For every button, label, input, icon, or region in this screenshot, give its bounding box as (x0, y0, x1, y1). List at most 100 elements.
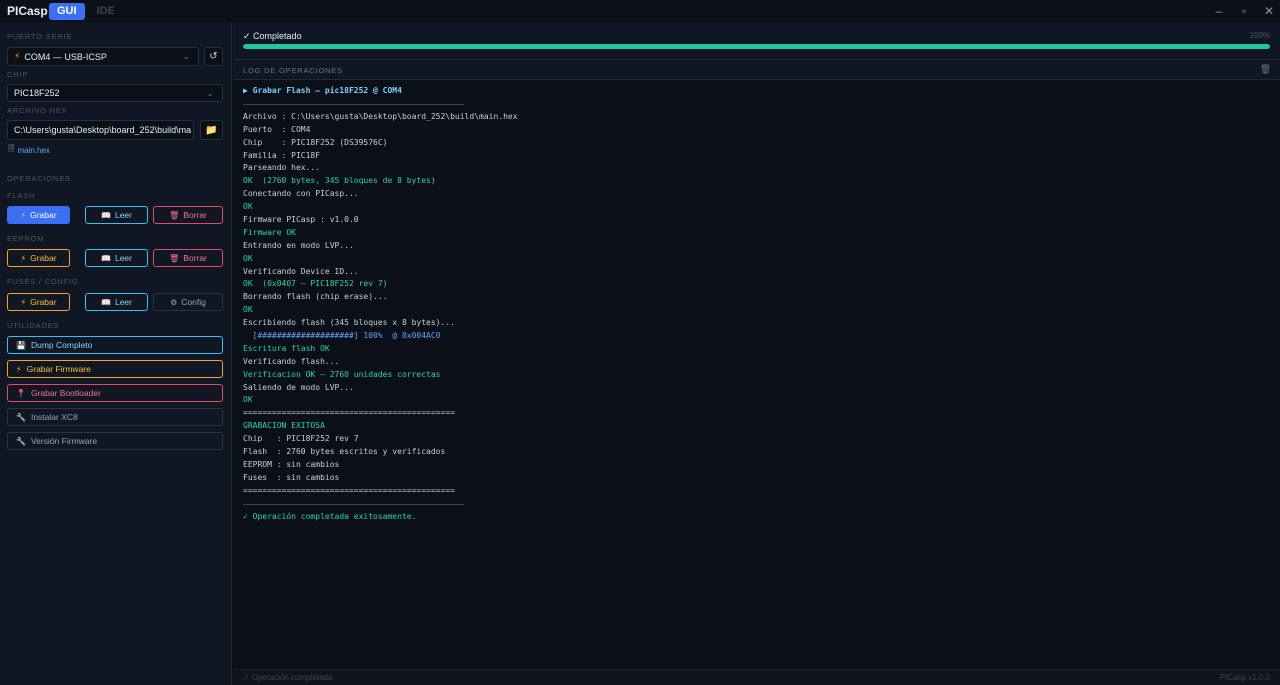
log-line: Archivo : C:\Users\gusta\Desktop\board_2… (243, 111, 518, 121)
log-line: Borrando flash (chip erase)... (243, 292, 388, 302)
log-output: ▶ Grabar Flash — pic18F252 @ COM4 Archiv… (243, 85, 1273, 524)
button-label: Grabar (30, 297, 57, 307)
folder-icon: 📁 (205, 124, 218, 136)
log-line: OK (0x0407 — PIC18F252 rev 7) (243, 279, 388, 289)
fuses-leer-button[interactable]: 📖 Leer (85, 293, 148, 311)
chevron-down-icon: ⌄ (206, 87, 214, 98)
log-line: Conectando con PICasp... (243, 189, 359, 199)
status-bar: ✓ Operación completada PICasp v1.0.0 (233, 669, 1280, 685)
pin-icon: 📍 (16, 388, 26, 398)
eeprom-label: EEPROM (7, 234, 45, 243)
log-line: Firmware PICasp : v1.0.0 (243, 215, 359, 225)
log-line: Verificando flash... (243, 356, 340, 366)
grabar-bootloader-button[interactable]: 📍 Grabar Bootloader (7, 384, 223, 402)
flash-grabar-button[interactable]: ⚡ Grabar (7, 206, 70, 224)
button-label: Grabar Bootloader (30, 388, 101, 398)
utilities-label: UTILIDADES (7, 321, 60, 330)
dump-completo-button[interactable]: 💾 Dump Completo (7, 336, 223, 354)
flash-leer-button[interactable]: 📖 Leer (85, 206, 148, 224)
log-line: OK (2760 bytes, 345 bloques de 8 bytes) (243, 176, 436, 186)
minimize-button[interactable]: – (1214, 4, 1224, 18)
log-line: [####################] 100% @ 0x004AC0 (243, 331, 441, 341)
trash-icon: 🗑 (169, 210, 180, 220)
serial-port-select[interactable]: ⚡ COM4 — USB-ICSP ⌄ (7, 47, 199, 66)
log-line: Escribiendo flash (345 bloques x 8 bytes… (243, 318, 455, 328)
floppy-icon: 💾 (16, 340, 26, 350)
log-separator (243, 103, 464, 105)
log-header: LOG DE OPERACIONES 🗑 (233, 60, 1280, 80)
version-text: PICasp v1.0.0 (1219, 673, 1270, 682)
refresh-button[interactable]: ↺ (204, 47, 223, 66)
status-text: ✓ Operación completada (243, 673, 333, 682)
button-label: Leer (114, 253, 132, 263)
fuses-config-button[interactable]: ⚙ Config (153, 293, 223, 311)
chip-value: PIC18F252 (14, 88, 60, 98)
browse-folder-button[interactable]: 📁 (200, 120, 223, 140)
file-icon: 🗎 (8, 144, 15, 153)
hex-path-field[interactable] (7, 120, 194, 140)
log-line: Chip : PIC18F252 (DS39576C) (243, 137, 388, 147)
log-line: Puerto : COM4 (243, 124, 311, 134)
trash-icon: 🗑 (169, 253, 180, 263)
app-title: PICasp (7, 4, 48, 18)
zap-icon: ⚡ (14, 51, 21, 61)
button-label: Borrar (183, 253, 207, 263)
log-line: OK (243, 202, 253, 212)
log-line: Chip : PIC18F252 rev 7 (243, 434, 359, 444)
flash-label: FLASH (7, 191, 36, 200)
fuses-label: FUSES / CONFIG (7, 277, 79, 286)
hex-filename: main.hex (17, 145, 50, 155)
zap-icon: ⚡ (16, 364, 22, 374)
log-footer-line: ✓ Operación completada exitosamente. (243, 511, 417, 521)
zap-icon: ⚡ (20, 210, 27, 220)
log-line: Familia : PIC18F (243, 150, 321, 160)
chip-select[interactable]: PIC18F252 ⌄ (7, 84, 223, 102)
log-line: Firmware OK (243, 227, 296, 237)
progress-area: ✓ Completado 100% (233, 22, 1280, 60)
gear-icon: ⚙ (170, 297, 178, 307)
eeprom-leer-button[interactable]: 📖 Leer (85, 249, 148, 267)
progress-bar (243, 44, 1270, 49)
book-icon: 📖 (101, 210, 111, 220)
log-line: Flash : 2760 bytes escritos y verificado… (243, 447, 446, 457)
chevron-down-icon: ⌄ (182, 51, 190, 61)
wrench-icon: 🔧 (16, 412, 26, 422)
trash-icon[interactable]: 🗑 (1260, 64, 1271, 75)
log-separator (243, 503, 464, 505)
log-line: Escritura flash OK (243, 343, 330, 353)
log-title: LOG DE OPERACIONES (243, 66, 343, 75)
log-line: Parseando hex... (243, 163, 321, 173)
log-line: EEPROM : sin cambios (243, 459, 340, 469)
progress-percent: 100% (1249, 31, 1270, 40)
log-line: Entrando en modo LVP... (243, 240, 354, 250)
tab-ide[interactable]: IDE (89, 3, 123, 20)
button-label: Leer (114, 210, 132, 220)
log-line: Verificacion OK — 2760 unidades correcta… (243, 369, 441, 379)
version-firmware-button[interactable]: 🔧 Versión Firmware (7, 432, 223, 450)
operations-label: OPERACIONES (7, 174, 71, 183)
title-bar: PICasp GUI IDE – ▫ ✕ (0, 0, 1280, 22)
hex-path-input[interactable] (14, 125, 191, 135)
instalar-xc8-button[interactable]: 🔧 Instalar XC8 (7, 408, 223, 426)
hex-file-label: ARCHIVO HEX (7, 106, 68, 115)
eeprom-borrar-button[interactable]: 🗑 Borrar (153, 249, 223, 267)
maximize-button[interactable]: ▫ (1239, 4, 1249, 18)
eeprom-grabar-button[interactable]: ⚡ Grabar (7, 249, 70, 267)
tab-gui[interactable]: GUI (49, 2, 85, 20)
main-panel: ✓ Completado 100% LOG DE OPERACIONES 🗑 ▶… (233, 22, 1280, 685)
button-label: Instalar XC8 (30, 412, 78, 422)
log-line: OK (243, 253, 253, 263)
button-label: Config (181, 297, 206, 307)
serial-port-value: COM4 — USB-ICSP (24, 51, 107, 62)
window-controls: – ▫ ✕ (1214, 0, 1274, 22)
flash-borrar-button[interactable]: 🗑 Borrar (153, 206, 223, 224)
fuses-grabar-button[interactable]: ⚡ Grabar (7, 293, 70, 311)
grabar-firmware-button[interactable]: ⚡ Grabar Firmware (7, 360, 223, 378)
hex-file-link[interactable]: 🗎 main.hex (8, 143, 50, 157)
log-lines: Archivo : C:\Users\gusta\Desktop\board_2… (243, 111, 1273, 498)
button-label: Leer (114, 297, 132, 307)
close-button[interactable]: ✕ (1264, 4, 1274, 18)
chip-label: CHIP (7, 70, 29, 79)
log-line: Fuses : sin cambios (243, 472, 340, 482)
refresh-icon: ↺ (209, 51, 218, 62)
